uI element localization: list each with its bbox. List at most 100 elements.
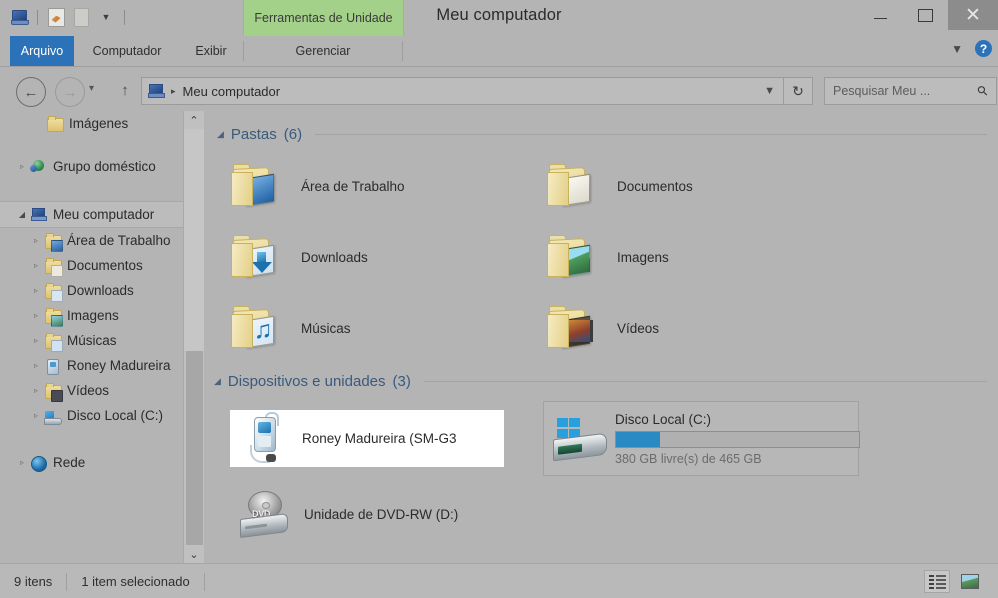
twisty[interactable]: ▹: [14, 162, 30, 171]
sidebar-item-label: Vídeos: [67, 382, 110, 398]
close-button[interactable]: ✕: [948, 0, 998, 30]
sidebar-item-grupo-domestico[interactable]: ▹ Grupo doméstico: [0, 154, 183, 179]
sidebar-item-videos[interactable]: ▹ Vídeos: [0, 378, 183, 403]
help-icon[interactable]: ?: [975, 40, 992, 57]
scroll-down-icon[interactable]: ⌄: [184, 545, 204, 563]
ribbon-tab-strip: Arquivo Computador Exibir Gerenciar ▼ ?: [0, 36, 998, 67]
sidebar-item-label: Grupo doméstico: [53, 158, 156, 174]
sidebar-item-meu-computador[interactable]: ◢ Meu computador: [0, 201, 183, 228]
sidebar-item-imagenes[interactable]: Imágenes: [0, 111, 183, 136]
folder-documents-icon: [44, 258, 63, 277]
tab-exibir[interactable]: Exibir: [180, 36, 242, 66]
tab-divider-right: [402, 41, 403, 61]
large-icons-view-icon[interactable]: [958, 571, 982, 592]
view-mode-buttons: [924, 570, 998, 593]
group-title: Pastas: [230, 126, 277, 143]
folder-pictures-icon: [44, 308, 63, 327]
item-label: Vídeos: [617, 320, 660, 336]
tab-computador[interactable]: Computador: [78, 36, 176, 66]
sidebar-item-musicas[interactable]: ▹ Músicas: [0, 328, 183, 353]
tab-label: Arquivo: [20, 44, 64, 58]
phone-icon: [44, 358, 62, 375]
navigation-pane[interactable]: Imágenes ▹ Grupo doméstico ◢ Meu computa…: [0, 111, 183, 563]
sidebar-item-label: Músicas: [67, 332, 117, 348]
tab-label: Computador: [92, 44, 162, 58]
twisty[interactable]: ▹: [28, 236, 44, 245]
tab-arquivo[interactable]: Arquivo: [10, 36, 74, 66]
minimize-button[interactable]: [858, 0, 903, 30]
scrollbar-thumb[interactable]: [186, 351, 203, 545]
chevron-down-icon[interactable]: ▼: [764, 85, 775, 97]
folder-music-icon: ♫: [229, 305, 279, 351]
maximize-button[interactable]: [903, 0, 948, 30]
item-downloads[interactable]: Downloads: [229, 228, 529, 286]
group-rule: [423, 381, 987, 382]
twisty[interactable]: ▹: [28, 261, 44, 270]
search-input[interactable]: Pesquisar Meu ... ⚲: [824, 77, 997, 105]
collapse-icon[interactable]: ◢: [214, 376, 221, 387]
item-imagens[interactable]: Imagens: [545, 228, 845, 286]
twisty[interactable]: ▹: [28, 411, 44, 420]
item-documentos[interactable]: Documentos: [545, 157, 845, 215]
item-label: Unidade de DVD-RW (D:): [304, 507, 459, 522]
items-view: ◢ Pastas (6) Área de Trabalho Documentos…: [204, 111, 998, 563]
item-musicas[interactable]: ♫ Músicas: [229, 299, 529, 357]
status-selection: 1 item selecionado: [81, 574, 190, 589]
sidebar-item-documentos[interactable]: ▹ Documentos: [0, 253, 183, 278]
collapse-icon[interactable]: ◢: [217, 129, 224, 140]
group-count: (3): [392, 373, 411, 390]
item-label: Imagens: [617, 249, 669, 265]
phone-device-icon: [238, 411, 292, 466]
item-label: Downloads: [301, 249, 368, 265]
twisty[interactable]: ◢: [14, 210, 30, 219]
sidebar-item-disco-local-c[interactable]: ▹ Disco Local (C:): [0, 403, 183, 428]
twisty[interactable]: ▹: [28, 336, 44, 345]
twisty[interactable]: ▹: [28, 286, 44, 295]
twisty[interactable]: ▹: [28, 311, 44, 320]
up-arrow-icon: ↑: [121, 81, 129, 99]
refresh-button[interactable]: ↻: [784, 77, 813, 105]
sidebar-item-label: Imágenes: [69, 115, 129, 131]
sidebar-item-downloads[interactable]: ▹ Downloads: [0, 278, 183, 303]
tab-gerenciar[interactable]: Gerenciar: [244, 36, 402, 66]
folder-downloads-icon: [229, 234, 279, 280]
scroll-up-icon[interactable]: ⌃: [184, 111, 204, 129]
item-area-de-trabalho[interactable]: Área de Trabalho: [229, 157, 529, 215]
item-label: Músicas: [301, 320, 351, 336]
back-arrow-icon: ←: [23, 83, 39, 101]
group-rule: [315, 134, 987, 135]
capacity-bar: [615, 430, 860, 448]
twisty[interactable]: ▹: [14, 458, 30, 467]
group-header-pastas[interactable]: ◢ Pastas (6): [217, 126, 987, 143]
item-label: Área de Trabalho: [301, 178, 405, 194]
sidebar-item-label: Imagens: [67, 307, 119, 323]
item-unidade-dvd-rw-d[interactable]: DVD Unidade de DVD-RW (D:): [230, 486, 550, 543]
chevron-down-icon[interactable]: ▼: [951, 42, 963, 56]
status-divider-2: [203, 572, 205, 591]
sidebar-item-area-de-trabalho[interactable]: ▹ Área de Trabalho: [0, 228, 183, 253]
sidebar-item-rede[interactable]: ▹ Rede: [0, 450, 183, 475]
details-view-icon[interactable]: [924, 570, 950, 593]
group-header-dispositivos[interactable]: ◢ Dispositivos e unidades (3): [214, 373, 987, 390]
forward-button[interactable]: →: [55, 77, 85, 107]
sidebar-item-imagens[interactable]: ▹ Imagens: [0, 303, 183, 328]
scrollbar-track[interactable]: [184, 129, 204, 351]
group-title: Dispositivos e unidades: [227, 373, 386, 390]
item-disco-local-c[interactable]: Disco Local (C:) 380 GB livre(s) de 465 …: [543, 401, 860, 476]
item-videos[interactable]: Vídeos: [545, 299, 845, 357]
navigation-pane-scrollbar[interactable]: ⌃ ⌄: [183, 111, 204, 563]
file-explorer-window: ▼ Ferramentas de Unidade Meu computador …: [0, 0, 998, 598]
computer-icon: [148, 84, 165, 98]
recent-locations-button[interactable]: ▾: [89, 83, 94, 94]
back-button[interactable]: ←: [16, 77, 46, 107]
sidebar-item-label: Downloads: [67, 282, 134, 298]
drive-icon: [44, 408, 62, 425]
up-button[interactable]: ↑: [113, 78, 137, 102]
item-roney-madureira-device[interactable]: Roney Madureira (SM-G3: [230, 410, 504, 467]
sidebar-item-roney-madureira[interactable]: ▹ Roney Madureira: [0, 353, 183, 378]
twisty[interactable]: ▹: [28, 361, 44, 370]
tab-label: Exibir: [195, 44, 227, 58]
folder-desktop-icon: [229, 163, 279, 209]
twisty[interactable]: ▹: [28, 386, 44, 395]
address-input[interactable]: ▸ Meu computador ▼: [141, 77, 784, 105]
